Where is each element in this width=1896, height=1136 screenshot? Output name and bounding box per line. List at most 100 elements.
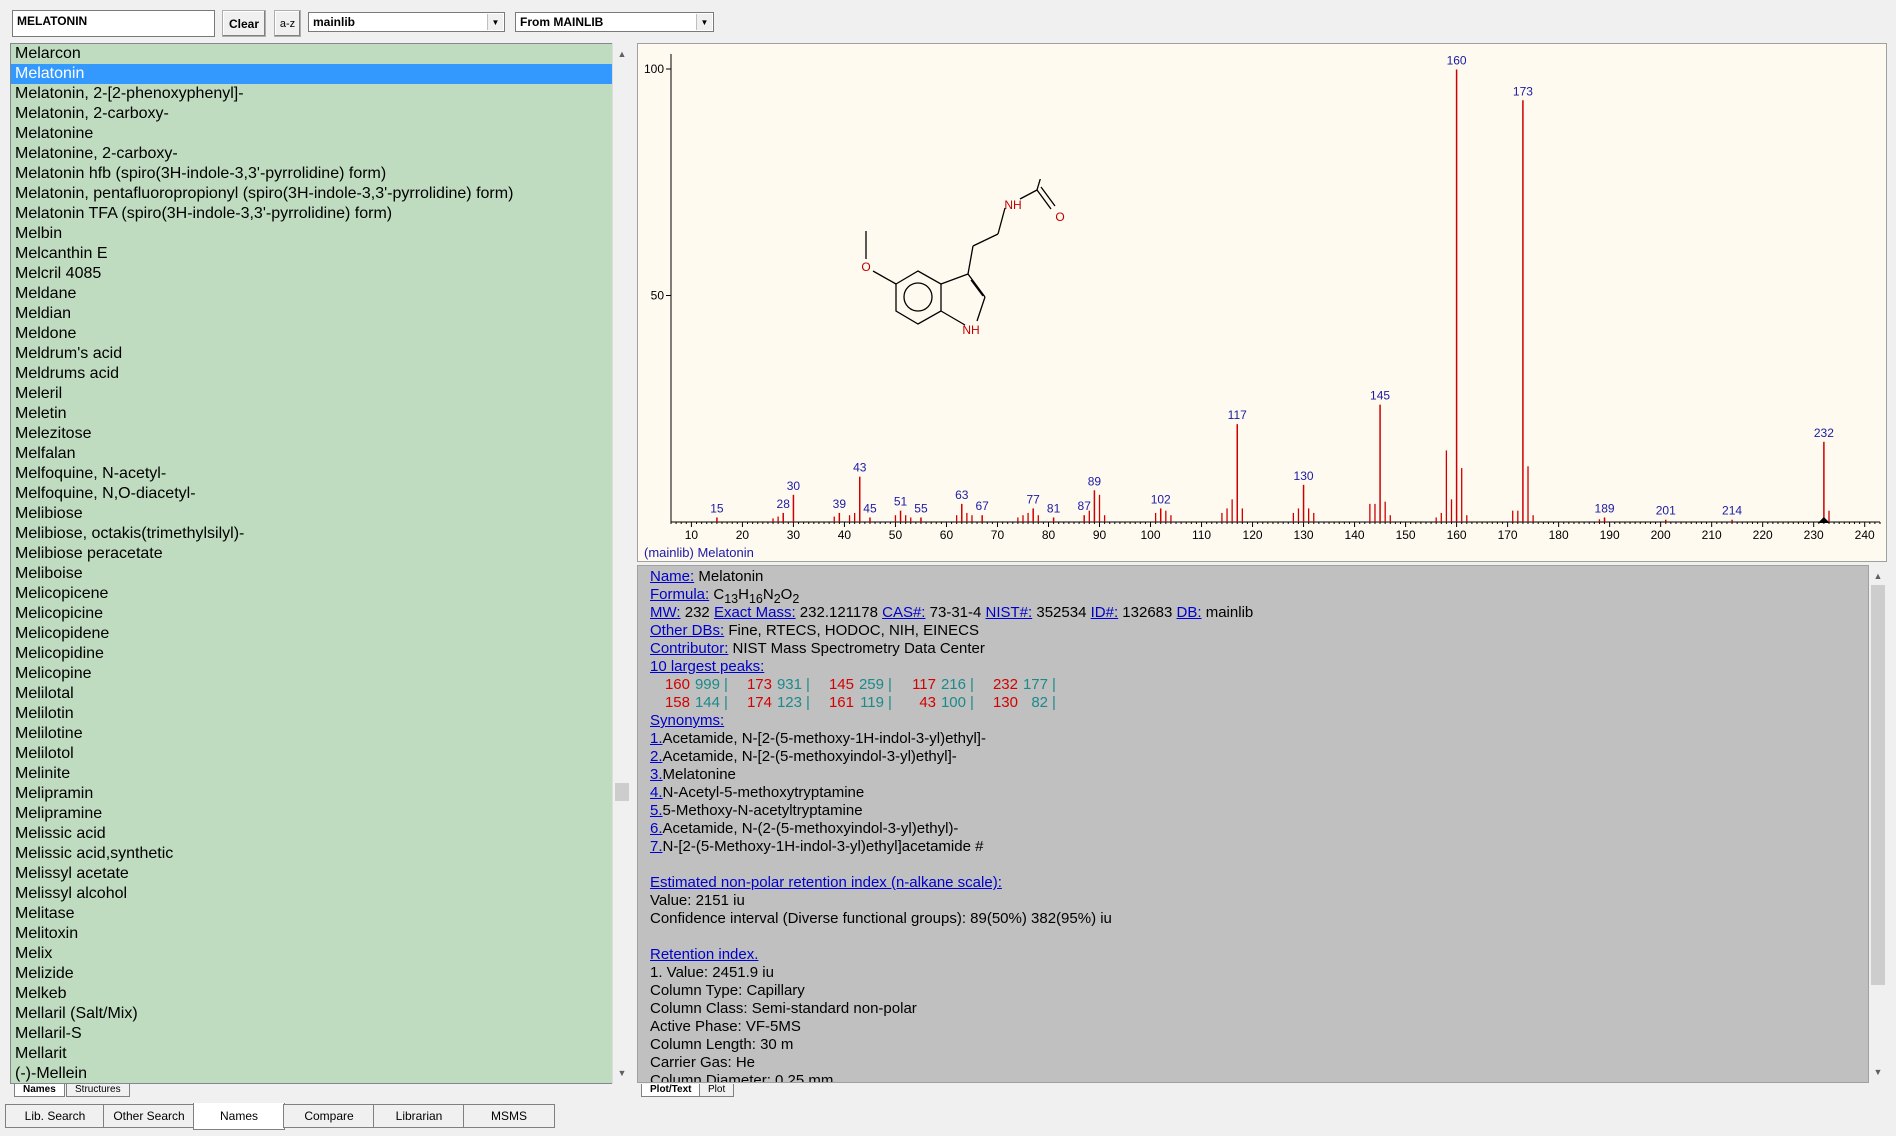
nist-link[interactable]: NIST#: — [986, 604, 1033, 621]
scroll-up-icon[interactable]: ▲ — [613, 45, 631, 63]
cas-link[interactable]: CAS#: — [882, 604, 925, 621]
list-item[interactable]: Melbin — [11, 224, 629, 244]
list-item[interactable]: Melissic acid — [11, 824, 629, 844]
list-item[interactable]: Meldone — [11, 324, 629, 344]
list-item[interactable]: Melitase — [11, 904, 629, 924]
scroll-thumb[interactable] — [615, 783, 629, 801]
name-link[interactable]: Name: — [650, 568, 694, 585]
scroll-thumb[interactable] — [1871, 585, 1885, 985]
list-item[interactable]: Melatonin TFA (spiro(3H-indole-3,3'-pyrr… — [11, 204, 629, 224]
list-item[interactable]: Melatonin, 2-carboxy- — [11, 104, 629, 124]
list-item[interactable]: (-)-Mellein — [11, 1064, 629, 1083]
chevron-down-icon[interactable]: ▼ — [487, 14, 503, 30]
list-item[interactable]: Melissyl acetate — [11, 864, 629, 884]
contributor-link[interactable]: Contributor: — [650, 640, 728, 657]
list-item[interactable]: Melicopicene — [11, 584, 629, 604]
synonym-number-link[interactable]: 7. — [650, 838, 663, 855]
tab-names[interactable]: Names — [193, 1103, 285, 1130]
synonyms-link[interactable]: Synonyms: — [650, 712, 724, 729]
tab-names-view[interactable]: Names — [14, 1084, 65, 1097]
db-link[interactable]: DB: — [1177, 604, 1202, 621]
list-item[interactable]: Melibiose peracetate — [11, 544, 629, 564]
est-ri-link[interactable]: Estimated non-polar retention index (n-a… — [650, 874, 1002, 891]
list-item[interactable]: Meldrums acid — [11, 364, 629, 384]
retention-index-link[interactable]: Retention index. — [650, 946, 758, 963]
list-item[interactable]: Meliboise — [11, 564, 629, 584]
list-item[interactable]: Melilotal — [11, 684, 629, 704]
list-item[interactable]: Melipramin — [11, 784, 629, 804]
list-item[interactable]: Melilotol — [11, 744, 629, 764]
name-search-input[interactable]: MELATONIN — [12, 10, 215, 37]
list-item[interactable]: Melibiose — [11, 504, 629, 524]
largest-peaks-link[interactable]: 10 largest peaks: — [650, 658, 764, 675]
list-item[interactable]: Melkeb — [11, 984, 629, 1004]
list-item[interactable]: Melibiose, octakis(trimethylsilyl)- — [11, 524, 629, 544]
list-item[interactable]: Melissyl alcohol — [11, 884, 629, 904]
id-link[interactable]: ID#: — [1091, 604, 1119, 621]
spectrum-plot-panel[interactable]: 10 20 30 40 50 60 70 80 90 100 110 120 130 140 150 160 1… — [637, 43, 1887, 562]
list-item[interactable]: Melatonine — [11, 124, 629, 144]
list-item[interactable]: Melizide — [11, 964, 629, 984]
tab-structures-view[interactable]: Structures — [66, 1084, 130, 1097]
synonym-number-link[interactable]: 1. — [650, 730, 663, 747]
list-item[interactable]: Melcril 4085 — [11, 264, 629, 284]
list-item[interactable]: Meletin — [11, 404, 629, 424]
scroll-up-icon[interactable]: ▲ — [1869, 567, 1887, 585]
chevron-down-icon[interactable]: ▼ — [696, 14, 712, 30]
mw-link[interactable]: MW: — [650, 604, 681, 621]
list-item[interactable]: Melarcon — [11, 44, 629, 64]
list-item[interactable]: Melicopidine — [11, 644, 629, 664]
synonym-number-link[interactable]: 6. — [650, 820, 663, 837]
list-item[interactable]: Meldrum's acid — [11, 344, 629, 364]
list-item[interactable]: Melicopicine — [11, 604, 629, 624]
list-item[interactable]: Melfoquine, N-acetyl- — [11, 464, 629, 484]
list-item[interactable]: Melicopine — [11, 664, 629, 684]
tab-other-search[interactable]: Other Search — [103, 1104, 195, 1128]
list-item[interactable]: Melatonin, 2-[2-phenoxyphenyl]- — [11, 84, 629, 104]
other-dbs-link[interactable]: Other DBs: — [650, 622, 724, 639]
list-item[interactable]: Melatonin — [11, 64, 629, 84]
compound-details[interactable]: Name: Melatonin Formula: C13H16N2O2 MW: … — [637, 565, 1869, 1083]
list-item[interactable]: Melinite — [11, 764, 629, 784]
sort-az-button[interactable]: a-z — [274, 10, 301, 37]
source-select[interactable]: From MAINLIB ▼ — [515, 12, 714, 32]
clear-button[interactable]: Clear — [222, 10, 266, 37]
library-select[interactable]: mainlib ▼ — [308, 12, 505, 32]
list-item[interactable]: Melix — [11, 944, 629, 964]
list-item[interactable]: Melatonin hfb (spiro(3H-indole-3,3'-pyrr… — [11, 164, 629, 184]
tab-librarian[interactable]: Librarian — [373, 1104, 465, 1128]
scroll-down-icon[interactable]: ▼ — [613, 1064, 631, 1082]
list-item[interactable]: Melilotin — [11, 704, 629, 724]
names-list-scrollbar[interactable]: ▲ ▼ — [612, 43, 630, 1084]
list-item[interactable]: Melatonin, pentafluoropropionyl (spiro(3… — [11, 184, 629, 204]
synonym-number-link[interactable]: 3. — [650, 766, 663, 783]
list-item[interactable]: Melcanthin E — [11, 244, 629, 264]
formula-link[interactable]: Formula: — [650, 586, 709, 603]
tab-lib-search[interactable]: Lib. Search — [5, 1104, 105, 1128]
exact-mass-link[interactable]: Exact Mass: — [714, 604, 796, 621]
list-item[interactable]: Mellaril-S — [11, 1024, 629, 1044]
list-item[interactable]: Melicopidene — [11, 624, 629, 644]
scroll-down-icon[interactable]: ▼ — [1869, 1063, 1887, 1081]
list-item[interactable]: Melissic acid,synthetic — [11, 844, 629, 864]
list-item[interactable]: Melfoquine, N,O-diacetyl- — [11, 484, 629, 504]
synonym-number-link[interactable]: 5. — [650, 802, 663, 819]
list-item[interactable]: Melipramine — [11, 804, 629, 824]
list-item[interactable]: Melilotine — [11, 724, 629, 744]
tab-compare[interactable]: Compare — [283, 1104, 375, 1128]
details-scrollbar[interactable]: ▲ ▼ — [1869, 565, 1887, 1083]
list-item[interactable]: Meldane — [11, 284, 629, 304]
list-item[interactable]: Meleril — [11, 384, 629, 404]
list-item[interactable]: Melfalan — [11, 444, 629, 464]
tab-msms[interactable]: MSMS — [463, 1104, 555, 1128]
list-item[interactable]: Meldian — [11, 304, 629, 324]
synonym-number-link[interactable]: 2. — [650, 748, 663, 765]
list-item[interactable]: Melatonine, 2-carboxy- — [11, 144, 629, 164]
names-list[interactable]: Melarcon Melatonin Melatonin, 2-[2-phenoxy… — [10, 43, 630, 1084]
tab-plot[interactable]: Plot — [699, 1084, 735, 1097]
list-item[interactable]: Melezitose — [11, 424, 629, 444]
list-item[interactable]: Mellaril (Salt/Mix) — [11, 1004, 629, 1024]
tab-plot-text[interactable]: Plot/Text — [641, 1084, 701, 1097]
list-item[interactable]: Melitoxin — [11, 924, 629, 944]
list-item[interactable]: Mellarit — [11, 1044, 629, 1064]
